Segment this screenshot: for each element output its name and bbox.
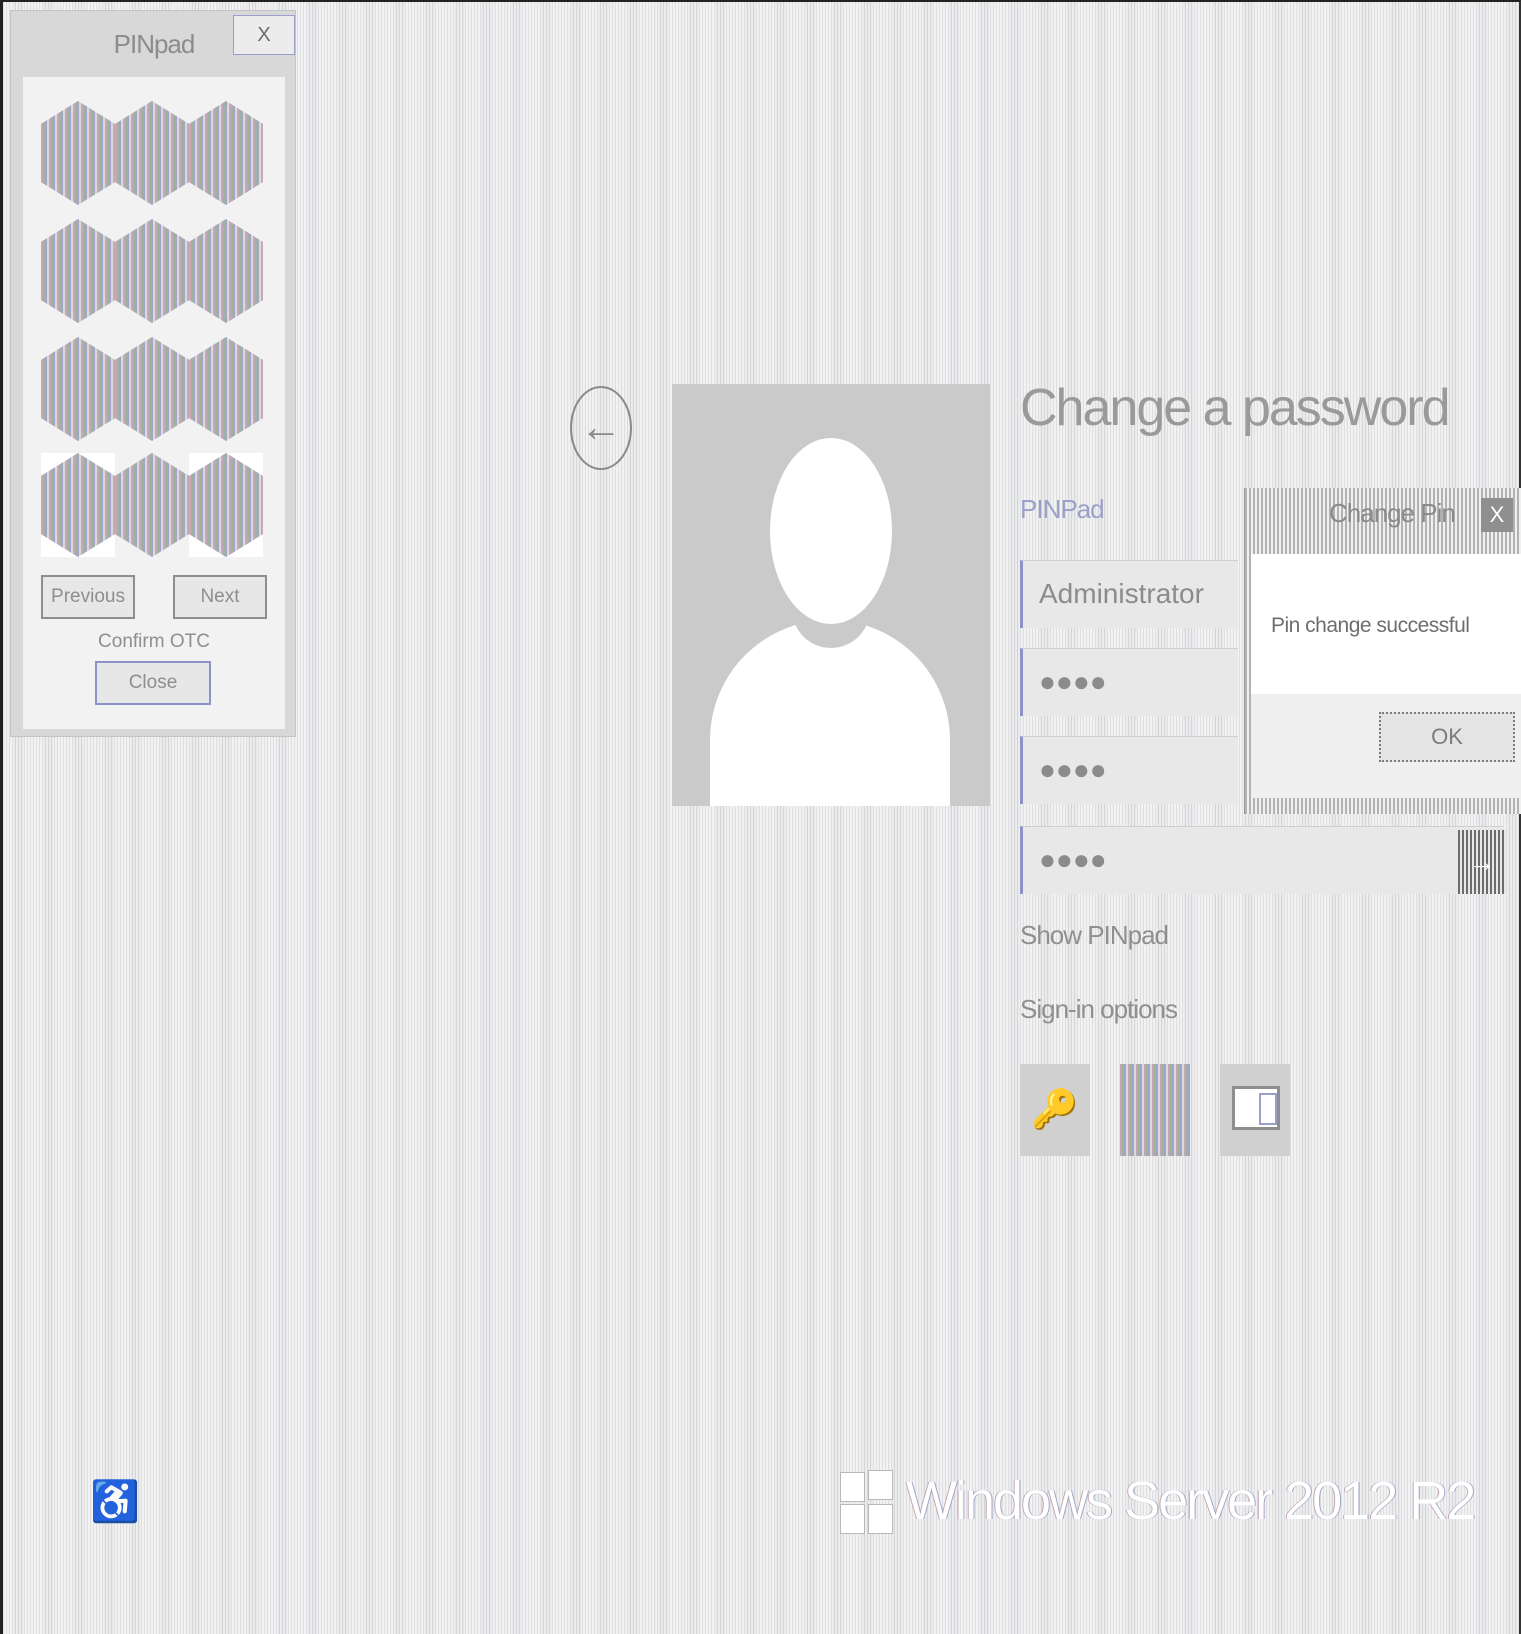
credential-provider-label: PINPad [1020,494,1105,524]
dialog-message: Pin change successful [1271,614,1470,637]
pinpad-key[interactable] [41,101,115,205]
dialog-body: Pin change successful [1251,554,1521,694]
pinpad-previous-button[interactable]: Previous [41,575,135,619]
pinpad-key[interactable] [115,453,189,557]
pinpad-key[interactable] [115,219,189,323]
pinpad-key[interactable] [115,337,189,441]
logo-pane [840,1504,865,1534]
pinpad-key[interactable] [41,219,115,323]
pinpad-key[interactable] [189,101,263,205]
ease-of-access-icon[interactable]: ♿ [90,1476,140,1528]
dialog-footer: OK [1251,694,1521,798]
logo-pane [868,1504,893,1534]
new-pin-field[interactable]: ●●●● [1020,736,1238,804]
pinpad-key[interactable] [189,219,263,323]
confirm-otc-label: Confirm OTC [98,631,210,652]
change-pin-dialog: Change Pin X Pin change successful OK [1244,488,1521,814]
ok-button[interactable]: OK [1379,712,1515,762]
pinpad-key[interactable] [189,337,263,441]
pinpad-keys-panel: Previous Next Confirm OTC Close [23,77,285,729]
key-icon: 🔑 [1031,1089,1079,1131]
sign-in-option-pinpad[interactable] [1120,1064,1190,1156]
pinpad-close-action-button[interactable]: Close [95,661,211,705]
sign-in-option-smartcard[interactable] [1220,1064,1290,1156]
pinpad-tile-icon [1120,1064,1190,1156]
logo-pane [840,1472,865,1502]
old-pin-field[interactable]: ●●●● [1020,648,1238,716]
page-title: Change a password [1020,379,1451,437]
user-avatar-icon [672,384,990,806]
sign-in-option-key[interactable]: 🔑 [1020,1064,1090,1156]
submit-arrow-button[interactable]: → [1458,830,1506,894]
sign-in-options-link[interactable]: Sign-in options [1020,994,1178,1025]
windows-logo-icon [840,1470,896,1536]
username-field[interactable]: Administrator [1020,560,1238,628]
pinpad-key[interactable] [115,101,189,205]
pinpad-window: PINpad X Previous Next Confirm OTC Close [10,10,296,737]
pinpad-close-button[interactable]: X [233,15,295,55]
pinpad-key[interactable] [41,337,115,441]
product-brand: Windows Server 2012 R2 [906,1471,1476,1531]
back-arrow-icon[interactable]: ← [570,386,632,470]
show-pinpad-link[interactable]: Show PINpad [1020,920,1169,951]
pinpad-next-button[interactable]: Next [173,575,267,619]
avatar-head [770,438,892,624]
dialog-title: Change Pin [1329,498,1456,528]
logo-pane [868,1470,893,1500]
dialog-close-button[interactable]: X [1481,498,1513,532]
smart-card-icon [1232,1086,1280,1130]
confirm-pin-field[interactable]: ●●●● [1020,826,1504,894]
